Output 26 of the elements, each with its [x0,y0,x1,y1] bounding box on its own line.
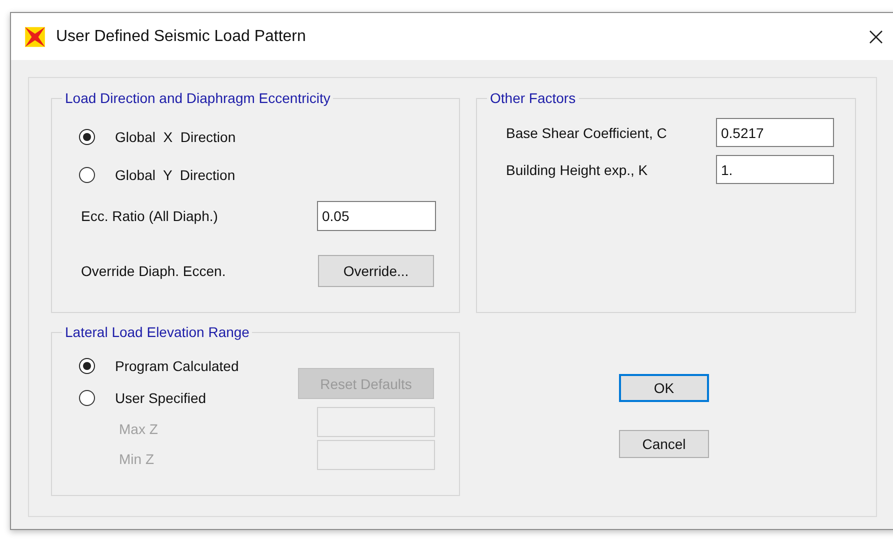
override-button[interactable]: Override... [318,255,434,287]
radio-button[interactable] [79,167,95,183]
radio-button[interactable] [79,129,95,145]
radio-button[interactable] [79,390,95,406]
option-label: Program Calculated [115,358,239,374]
group-title: Other Factors [489,90,577,106]
field-label: Override Diaph. Eccen. [81,263,227,279]
window-title: User Defined Seismic Load Pattern [56,28,306,46]
input-field[interactable]: 0.05 [317,201,436,231]
close-icon[interactable] [868,28,884,44]
field-label: Building Height exp., K [506,162,649,178]
field-label: Max Z [119,421,158,437]
option-label: Global X Direction [115,129,236,145]
group-title: Lateral Load Elevation Range [64,324,250,340]
app-icon [24,26,46,48]
input-field[interactable]: 1. [716,155,834,184]
input-field[interactable]: 0.5217 [716,118,834,147]
field-label: Ecc. Ratio (All Diaph.) [81,208,219,224]
field-label: Min Z [119,451,154,467]
field-label: Base Shear Coefficient, C [506,124,668,140]
ok-button[interactable]: OK [619,374,709,402]
option-label: User Specified [115,390,206,406]
radio-button[interactable] [79,358,95,374]
group-title: Load Direction and Diaphragm Eccentricity [64,90,332,106]
cancel-button[interactable]: Cancel [619,430,709,458]
option-label: Global Y Direction [115,167,236,183]
